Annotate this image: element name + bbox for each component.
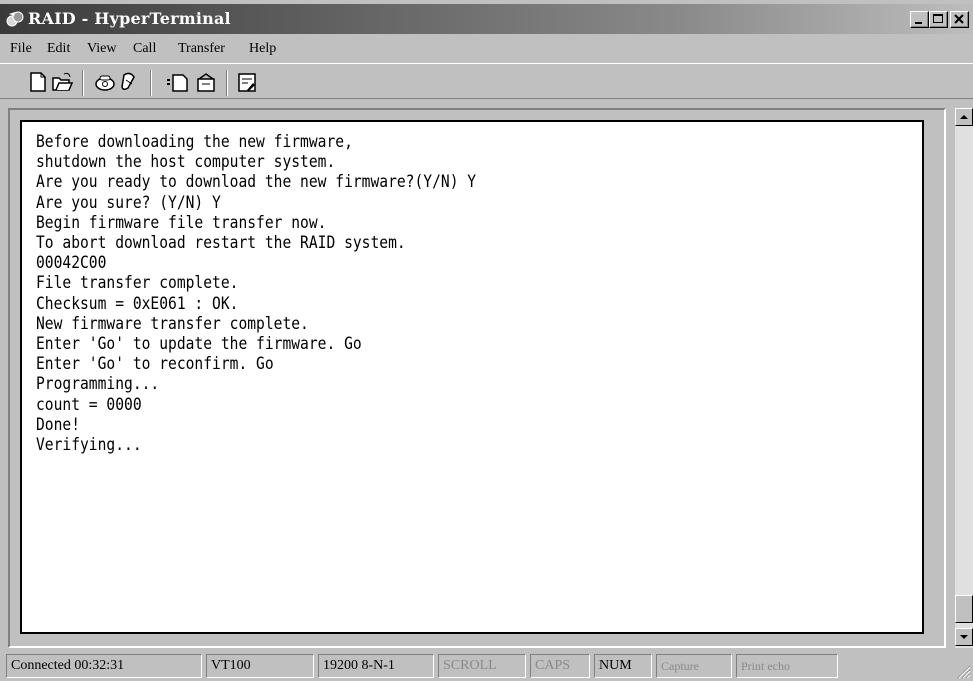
terminal-line: Are you ready to download the new firmwa…: [36, 172, 477, 193]
terminal-line: New firmware transfer complete.: [36, 313, 309, 334]
minimize-button[interactable]: [910, 11, 929, 28]
terminal-line: 00042C00: [36, 253, 107, 274]
toolbar: [0, 63, 973, 99]
toolbar-separator: [82, 70, 84, 96]
resize-grip-icon[interactable]: [955, 663, 971, 679]
send-icon[interactable]: [166, 71, 188, 93]
terminal-line: To abort download restart the RAID syste…: [36, 233, 406, 254]
minimize-icon: [915, 22, 922, 24]
receive-icon[interactable]: [194, 71, 216, 93]
close-icon: [954, 14, 964, 24]
vertical-scrollbar[interactable]: [955, 108, 973, 648]
terminal-line: Verifying...: [36, 435, 142, 456]
terminal-line: count = 0000: [36, 394, 142, 415]
status-emulation: VT100: [206, 654, 314, 678]
arrow-down-icon: [960, 635, 968, 639]
menu-view[interactable]: View: [87, 41, 116, 57]
terminal-line: Enter 'Go' to reconfirm. Go: [36, 354, 274, 375]
terminal-line: Are you sure? (Y/N) Y: [36, 192, 221, 213]
terminal-line: Enter 'Go' to update the firmware. Go: [36, 334, 362, 355]
menu-help[interactable]: Help: [249, 41, 276, 57]
menu-edit[interactable]: Edit: [47, 41, 70, 57]
toolbar-separator: [226, 70, 228, 96]
scroll-down-button[interactable]: [955, 628, 973, 646]
status-caps: CAPS: [530, 654, 590, 678]
toolbar-separator: [150, 70, 152, 96]
connect-icon[interactable]: [94, 71, 116, 93]
disconnect-icon[interactable]: [119, 71, 141, 93]
new-icon[interactable]: [27, 71, 49, 93]
terminal-line: Checksum = 0xE061 : OK.: [36, 293, 239, 314]
status-bar: Connected 00:32:31 VT100 19200 8-N-1 SCR…: [0, 651, 973, 681]
properties-icon[interactable]: [236, 71, 258, 93]
terminal-frame: Before downloading the new firmware, shu…: [8, 108, 946, 648]
terminal-line: Done!: [36, 414, 81, 435]
status-capture: Capture: [656, 654, 732, 678]
status-scroll: SCROLL: [438, 654, 526, 678]
scroll-thumb[interactable]: [955, 595, 973, 623]
terminal-line: shutdown the host computer system.: [36, 152, 336, 173]
status-num: NUM: [594, 654, 652, 678]
maximize-button[interactable]: [929, 11, 948, 28]
window-title: RAID - HyperTerminal: [28, 9, 231, 28]
menu-bar: File Edit View Call Transfer Help: [0, 36, 973, 62]
status-port-settings: 19200 8-N-1: [318, 654, 434, 678]
maximize-icon: [933, 14, 943, 23]
close-button[interactable]: [950, 11, 969, 28]
terminal-line: Begin firmware file transfer now.: [36, 212, 327, 233]
terminal-output: Before downloading the new firmware, shu…: [36, 132, 476, 455]
menu-call[interactable]: Call: [133, 41, 156, 57]
menu-file[interactable]: File: [10, 41, 32, 57]
arrow-up-icon: [960, 115, 968, 119]
hyperterminal-window: RAID - HyperTerminal File Edit View Call…: [0, 0, 973, 681]
terminal-line: File transfer complete.: [36, 273, 239, 294]
scroll-up-button[interactable]: [955, 108, 973, 126]
hyperterminal-app-icon[interactable]: [6, 10, 24, 28]
terminal-screen[interactable]: Before downloading the new firmware, shu…: [20, 120, 924, 634]
open-icon[interactable]: [51, 71, 74, 93]
terminal-line: Programming...: [36, 374, 160, 395]
terminal-line: Before downloading the new firmware,: [36, 132, 353, 152]
status-connected: Connected 00:32:31: [6, 654, 202, 678]
status-print-echo: Print echo: [736, 654, 838, 678]
menu-transfer[interactable]: Transfer: [178, 41, 225, 57]
title-bar[interactable]: RAID - HyperTerminal: [0, 4, 973, 34]
